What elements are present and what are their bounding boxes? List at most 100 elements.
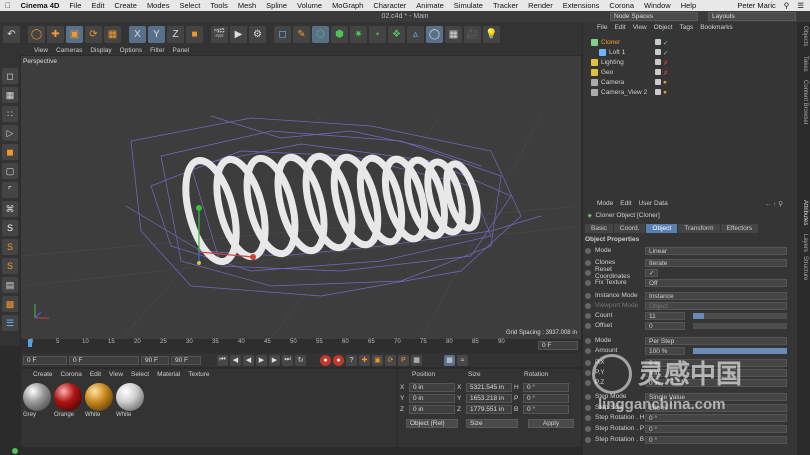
record-icon[interactable]: ●: [320, 354, 331, 366]
key-rotation-icon[interactable]: ⟳: [385, 354, 396, 366]
offset-field[interactable]: 0: [645, 321, 685, 330]
layers-icon[interactable]: ☰: [2, 315, 18, 331]
rotation-h-field[interactable]: 0 °: [523, 383, 569, 392]
tab-effectors[interactable]: Effectors: [720, 224, 759, 233]
solo-selection-icon[interactable]: S: [2, 258, 18, 274]
sculpt-icon[interactable]: ◯: [426, 25, 443, 43]
texture-mode-icon[interactable]: ▦: [2, 87, 18, 103]
material-menu-edit[interactable]: Edit: [90, 371, 101, 378]
side-tab-attributes[interactable]: Attributes: [802, 200, 808, 225]
menu-list-icon[interactable]: ☰: [797, 1, 804, 10]
menu-tools[interactable]: Tools: [205, 1, 233, 10]
visibility-check[interactable]: [655, 48, 661, 55]
size-z-field[interactable]: 1779.551 in: [466, 405, 512, 414]
size-x-field[interactable]: 5321.545 in: [466, 383, 512, 392]
material-swatch[interactable]: Orange: [54, 383, 82, 418]
timeline-ruler[interactable]: 0 5 10 15 20 25 30 35 40 45 50 55 60 65 …: [21, 339, 581, 353]
go-to-end-icon[interactable]: ⏭: [282, 354, 293, 366]
cube-icon[interactable]: ◻: [274, 25, 291, 43]
pen-icon[interactable]: ✎: [293, 25, 310, 43]
live-select-icon[interactable]: ◯: [28, 25, 45, 43]
visibility-check[interactable]: [655, 38, 661, 45]
tab-coord[interactable]: Coord.: [613, 224, 646, 233]
keyframe-dot[interactable]: [585, 279, 591, 286]
attr-value[interactable]: Linear: [645, 246, 787, 255]
keyframe-dot[interactable]: [585, 369, 591, 376]
keyframe-dot[interactable]: [585, 379, 591, 386]
menu-select[interactable]: Select: [174, 1, 205, 10]
keyframe-dot[interactable]: [585, 425, 591, 432]
keyframe-dot[interactable]: [585, 312, 591, 319]
rotation-p-field[interactable]: 0 °: [523, 394, 569, 403]
material-menu-texture[interactable]: Texture: [188, 371, 209, 378]
end-frame-field[interactable]: 90 F: [141, 355, 169, 365]
node-spaces-dropdown[interactable]: Node Spaces: [610, 12, 698, 21]
menu-character[interactable]: Character: [368, 1, 411, 10]
visibility-check[interactable]: [655, 79, 661, 85]
position-y-field[interactable]: 0 in: [409, 394, 455, 403]
coordinate-mode-dropdown[interactable]: Object (Rel): [406, 419, 458, 428]
keyframe-dot[interactable]: [585, 436, 591, 443]
loop-icon[interactable]: ↻: [295, 354, 306, 366]
attr-value[interactable]: Instance: [645, 291, 787, 300]
viewport-menu-display[interactable]: Display: [90, 47, 111, 54]
render-picture-viewer-icon[interactable]: ▶: [230, 25, 247, 43]
attr-value[interactable]: 0 °: [645, 435, 787, 444]
scale-icon[interactable]: ▣: [66, 25, 83, 43]
preview-end-field[interactable]: 90 F: [171, 355, 201, 365]
keyframe-dot[interactable]: [585, 302, 591, 309]
rotation-b-field[interactable]: 0 °: [523, 405, 569, 414]
viewport-menu-filter[interactable]: Filter: [150, 47, 164, 54]
menu-tracker[interactable]: Tracker: [488, 1, 523, 10]
keyframe-dot[interactable]: [585, 347, 591, 354]
object-row-camera-view-2[interactable]: Camera_View 2 ●: [591, 88, 791, 97]
attr-value[interactable]: Iterate: [645, 258, 787, 267]
keyframe-dot[interactable]: [585, 247, 591, 254]
keyframe-dot[interactable]: [585, 259, 591, 266]
enabled-check-icon[interactable]: ✓: [663, 49, 668, 57]
attr-menu-edit[interactable]: Edit: [620, 200, 631, 207]
menu-simulate[interactable]: Simulate: [449, 1, 488, 10]
axis-y-icon[interactable]: Y: [148, 25, 165, 43]
attr-value[interactable]: Per Step: [645, 336, 787, 345]
menu-render[interactable]: Render: [523, 1, 558, 10]
menu-file[interactable]: File: [64, 1, 86, 10]
effector-icon[interactable]: ⋆: [369, 25, 386, 43]
enabled-check-icon[interactable]: ✓: [663, 39, 668, 47]
offset-slider[interactable]: [693, 322, 787, 329]
keyframe-dot[interactable]: [585, 404, 591, 411]
menu-corona[interactable]: Corona: [604, 1, 639, 10]
solo-hierarchy-icon[interactable]: S: [2, 239, 18, 255]
camera-icon[interactable]: 🎥: [464, 25, 481, 43]
side-tab-objects[interactable]: Objects: [802, 26, 808, 46]
model-mode-icon[interactable]: ▢: [2, 163, 18, 179]
side-tab-layers[interactable]: Layers: [802, 234, 808, 252]
deformer-icon[interactable]: ⬢: [331, 25, 348, 43]
timeline-window-icon[interactable]: ▦: [444, 354, 455, 366]
om-menu-object[interactable]: Object: [654, 24, 673, 31]
position-z-field[interactable]: 0 in: [409, 405, 455, 414]
object-row-loft[interactable]: Loft 1 ✓: [591, 48, 791, 57]
visibility-check[interactable]: [655, 68, 661, 75]
menu-mesh[interactable]: Mesh: [233, 1, 261, 10]
key-parameter-icon[interactable]: P: [398, 354, 409, 366]
axis-x-icon[interactable]: X: [129, 25, 146, 43]
attr-value[interactable]: 0 °: [645, 424, 787, 433]
size-y-field[interactable]: 1653.218 in: [466, 394, 512, 403]
menu-help[interactable]: Help: [676, 1, 701, 10]
tab-basic[interactable]: Basic: [585, 224, 613, 233]
viewport-menu-cameras[interactable]: Cameras: [56, 47, 82, 54]
menu-create[interactable]: Create: [109, 1, 142, 10]
viewport-menu-panel[interactable]: Panel: [173, 47, 190, 54]
viewport-menu-view[interactable]: View: [34, 47, 48, 54]
nav-arrows-icon[interactable]: ← ↑ ⚲: [765, 200, 783, 208]
axis-mode-icon[interactable]: ⌜: [2, 182, 18, 198]
scene-icon[interactable]: ▦: [445, 25, 462, 43]
keyframe-dot[interactable]: [585, 359, 591, 366]
om-menu-edit[interactable]: Edit: [614, 24, 625, 31]
side-tab-content-browser[interactable]: Content Browser: [802, 80, 808, 125]
count-slider[interactable]: [693, 312, 787, 319]
side-tab-structure[interactable]: Structure: [802, 256, 808, 280]
perspective-viewport[interactable]: Perspective Grid Spacing: 3937.008 in: [21, 56, 581, 339]
size-mode-dropdown[interactable]: Size: [466, 419, 518, 428]
